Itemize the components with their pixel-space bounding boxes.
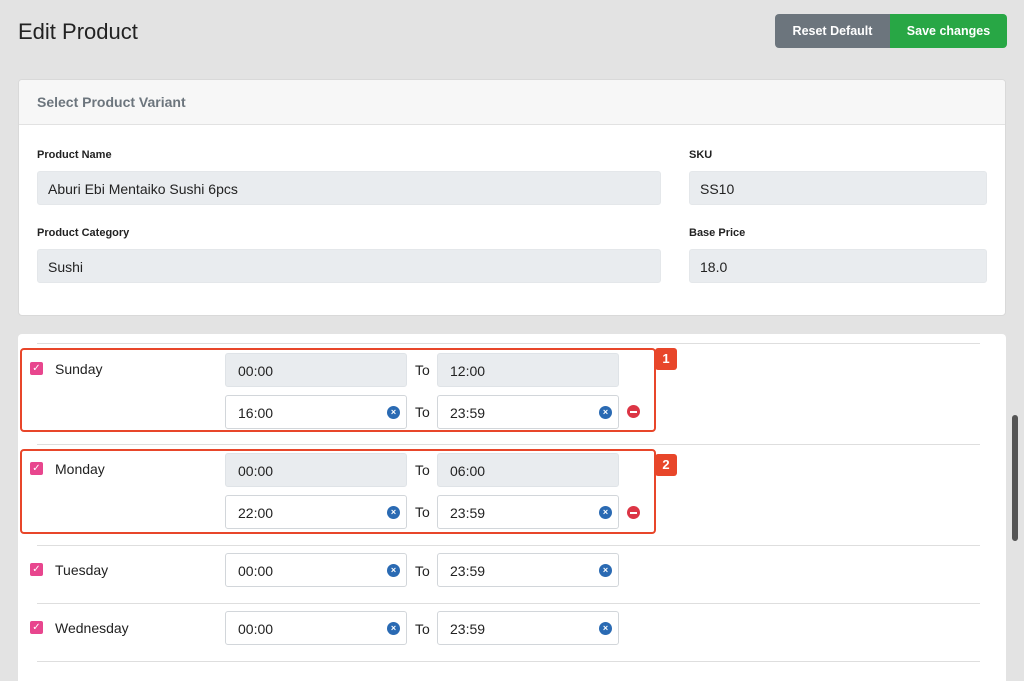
schedule-panel: ✓ Sunday 00:00 To 12:00 16:00 × To 23:59… [18,334,1006,681]
highlight-box-1 [20,348,656,432]
product-name-label: Product Name [37,149,112,161]
sku-field[interactable]: SS10 [689,171,987,205]
wednesday-checkbox[interactable]: ✓ [30,621,43,634]
page-title: Edit Product [18,19,138,44]
clear-icon[interactable]: × [599,564,612,577]
product-variant-card: Select Product Variant Product Name Abur… [18,79,1006,316]
base-price-field[interactable]: 18.0 [689,249,987,283]
divider [37,661,980,662]
clear-icon[interactable]: × [387,622,400,635]
time-value: 00:00 [238,563,274,579]
highlight-badge-1: 1 [655,348,677,370]
tuesday-label: Tuesday [55,562,109,578]
clear-icon[interactable]: × [599,622,612,635]
divider [37,343,980,344]
tuesday-slot1-to-input[interactable]: 23:59 × [437,553,619,587]
card-title: Select Product Variant [19,80,1005,125]
divider [37,603,980,604]
time-value: 00:00 [238,621,274,637]
time-value: 23:59 [450,621,486,637]
product-category-field[interactable]: Sushi [37,249,661,283]
time-value: 23:59 [450,563,486,579]
wednesday-label: Wednesday [55,620,129,636]
to-label: To [415,563,430,579]
sku-label: SKU [689,149,713,161]
base-price-label: Base Price [689,227,746,239]
scrollbar[interactable] [1012,415,1018,541]
save-changes-button[interactable]: Save changes [890,14,1007,48]
header-actions: Reset Default Save changes [775,14,1007,48]
divider [37,444,980,445]
to-label: To [415,621,430,637]
product-category-label: Product Category [37,227,130,239]
highlight-badge-2: 2 [655,454,677,476]
divider [37,545,980,546]
reset-default-button[interactable]: Reset Default [775,14,890,48]
tuesday-slot1-from-input[interactable]: 00:00 × [225,553,407,587]
highlight-box-2 [20,449,656,534]
tuesday-checkbox[interactable]: ✓ [30,563,43,576]
product-name-field[interactable]: Aburi Ebi Mentaiko Sushi 6pcs [37,171,661,205]
wednesday-slot1-from-input[interactable]: 00:00 × [225,611,407,645]
clear-icon[interactable]: × [387,564,400,577]
wednesday-slot1-to-input[interactable]: 23:59 × [437,611,619,645]
